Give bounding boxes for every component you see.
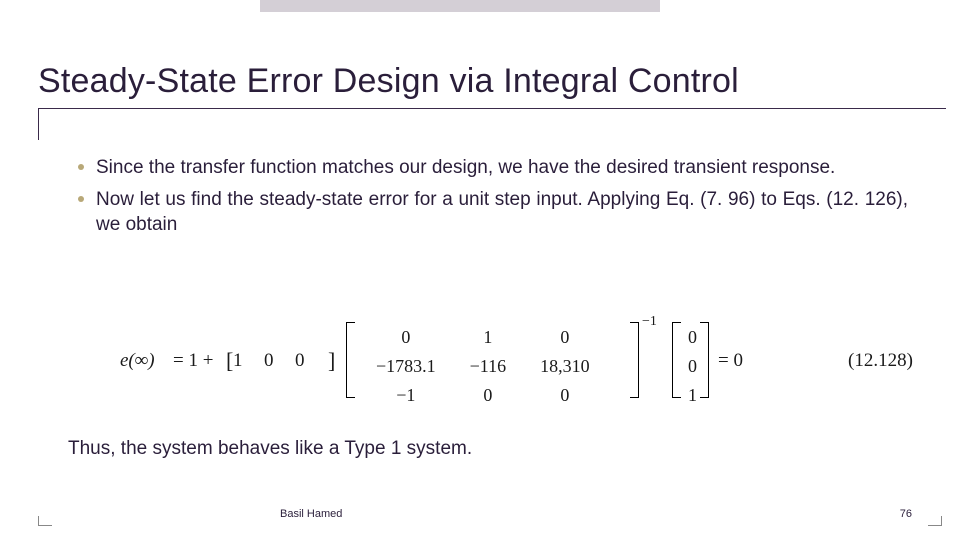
footer-decor bbox=[38, 516, 39, 526]
page-title: Steady-State Error Design via Integral C… bbox=[38, 62, 739, 101]
eq-matrix: 010 −1783.1−11618,310 −100 bbox=[358, 322, 608, 411]
bracket-right-icon bbox=[700, 322, 709, 398]
bracket-right-icon: ] bbox=[328, 348, 335, 374]
bullet-text: Since the transfer function matches our … bbox=[96, 155, 835, 181]
eq-result: = 0 bbox=[718, 350, 743, 372]
footer-decor bbox=[928, 525, 942, 526]
footer-page-number: 76 bbox=[900, 508, 912, 520]
eq-inverse-exponent: −1 bbox=[642, 314, 657, 330]
bracket-right-icon bbox=[630, 322, 639, 398]
equation: e(∞) = 1 + [ 1 0 0 ] 010 −1783.1−11618,3… bbox=[78, 320, 908, 405]
decorative-top-bar bbox=[260, 0, 660, 12]
eq-label: (12.128) bbox=[848, 350, 913, 372]
bullet-item: Since the transfer function matches our … bbox=[78, 155, 908, 181]
footer-decor bbox=[38, 525, 52, 526]
bracket-left-icon bbox=[346, 322, 355, 398]
eq-prefix: = 1 + bbox=[173, 350, 213, 372]
bullet-item: Now let us find the steady-state error f… bbox=[78, 187, 908, 238]
conclusion-text: Thus, the system behaves like a Type 1 s… bbox=[68, 438, 472, 460]
footer-decor bbox=[941, 516, 942, 526]
eq-row-vector: 1 0 0 bbox=[233, 350, 309, 372]
bullet-icon bbox=[78, 196, 84, 202]
bullet-text: Now let us find the steady-state error f… bbox=[96, 187, 908, 238]
footer-author: Basil Hamed bbox=[280, 508, 342, 520]
bullet-icon bbox=[78, 164, 84, 170]
title-underline bbox=[38, 108, 946, 120]
eq-lhs: e(∞) bbox=[120, 350, 155, 372]
body-content: Since the transfer function matches our … bbox=[78, 155, 908, 244]
